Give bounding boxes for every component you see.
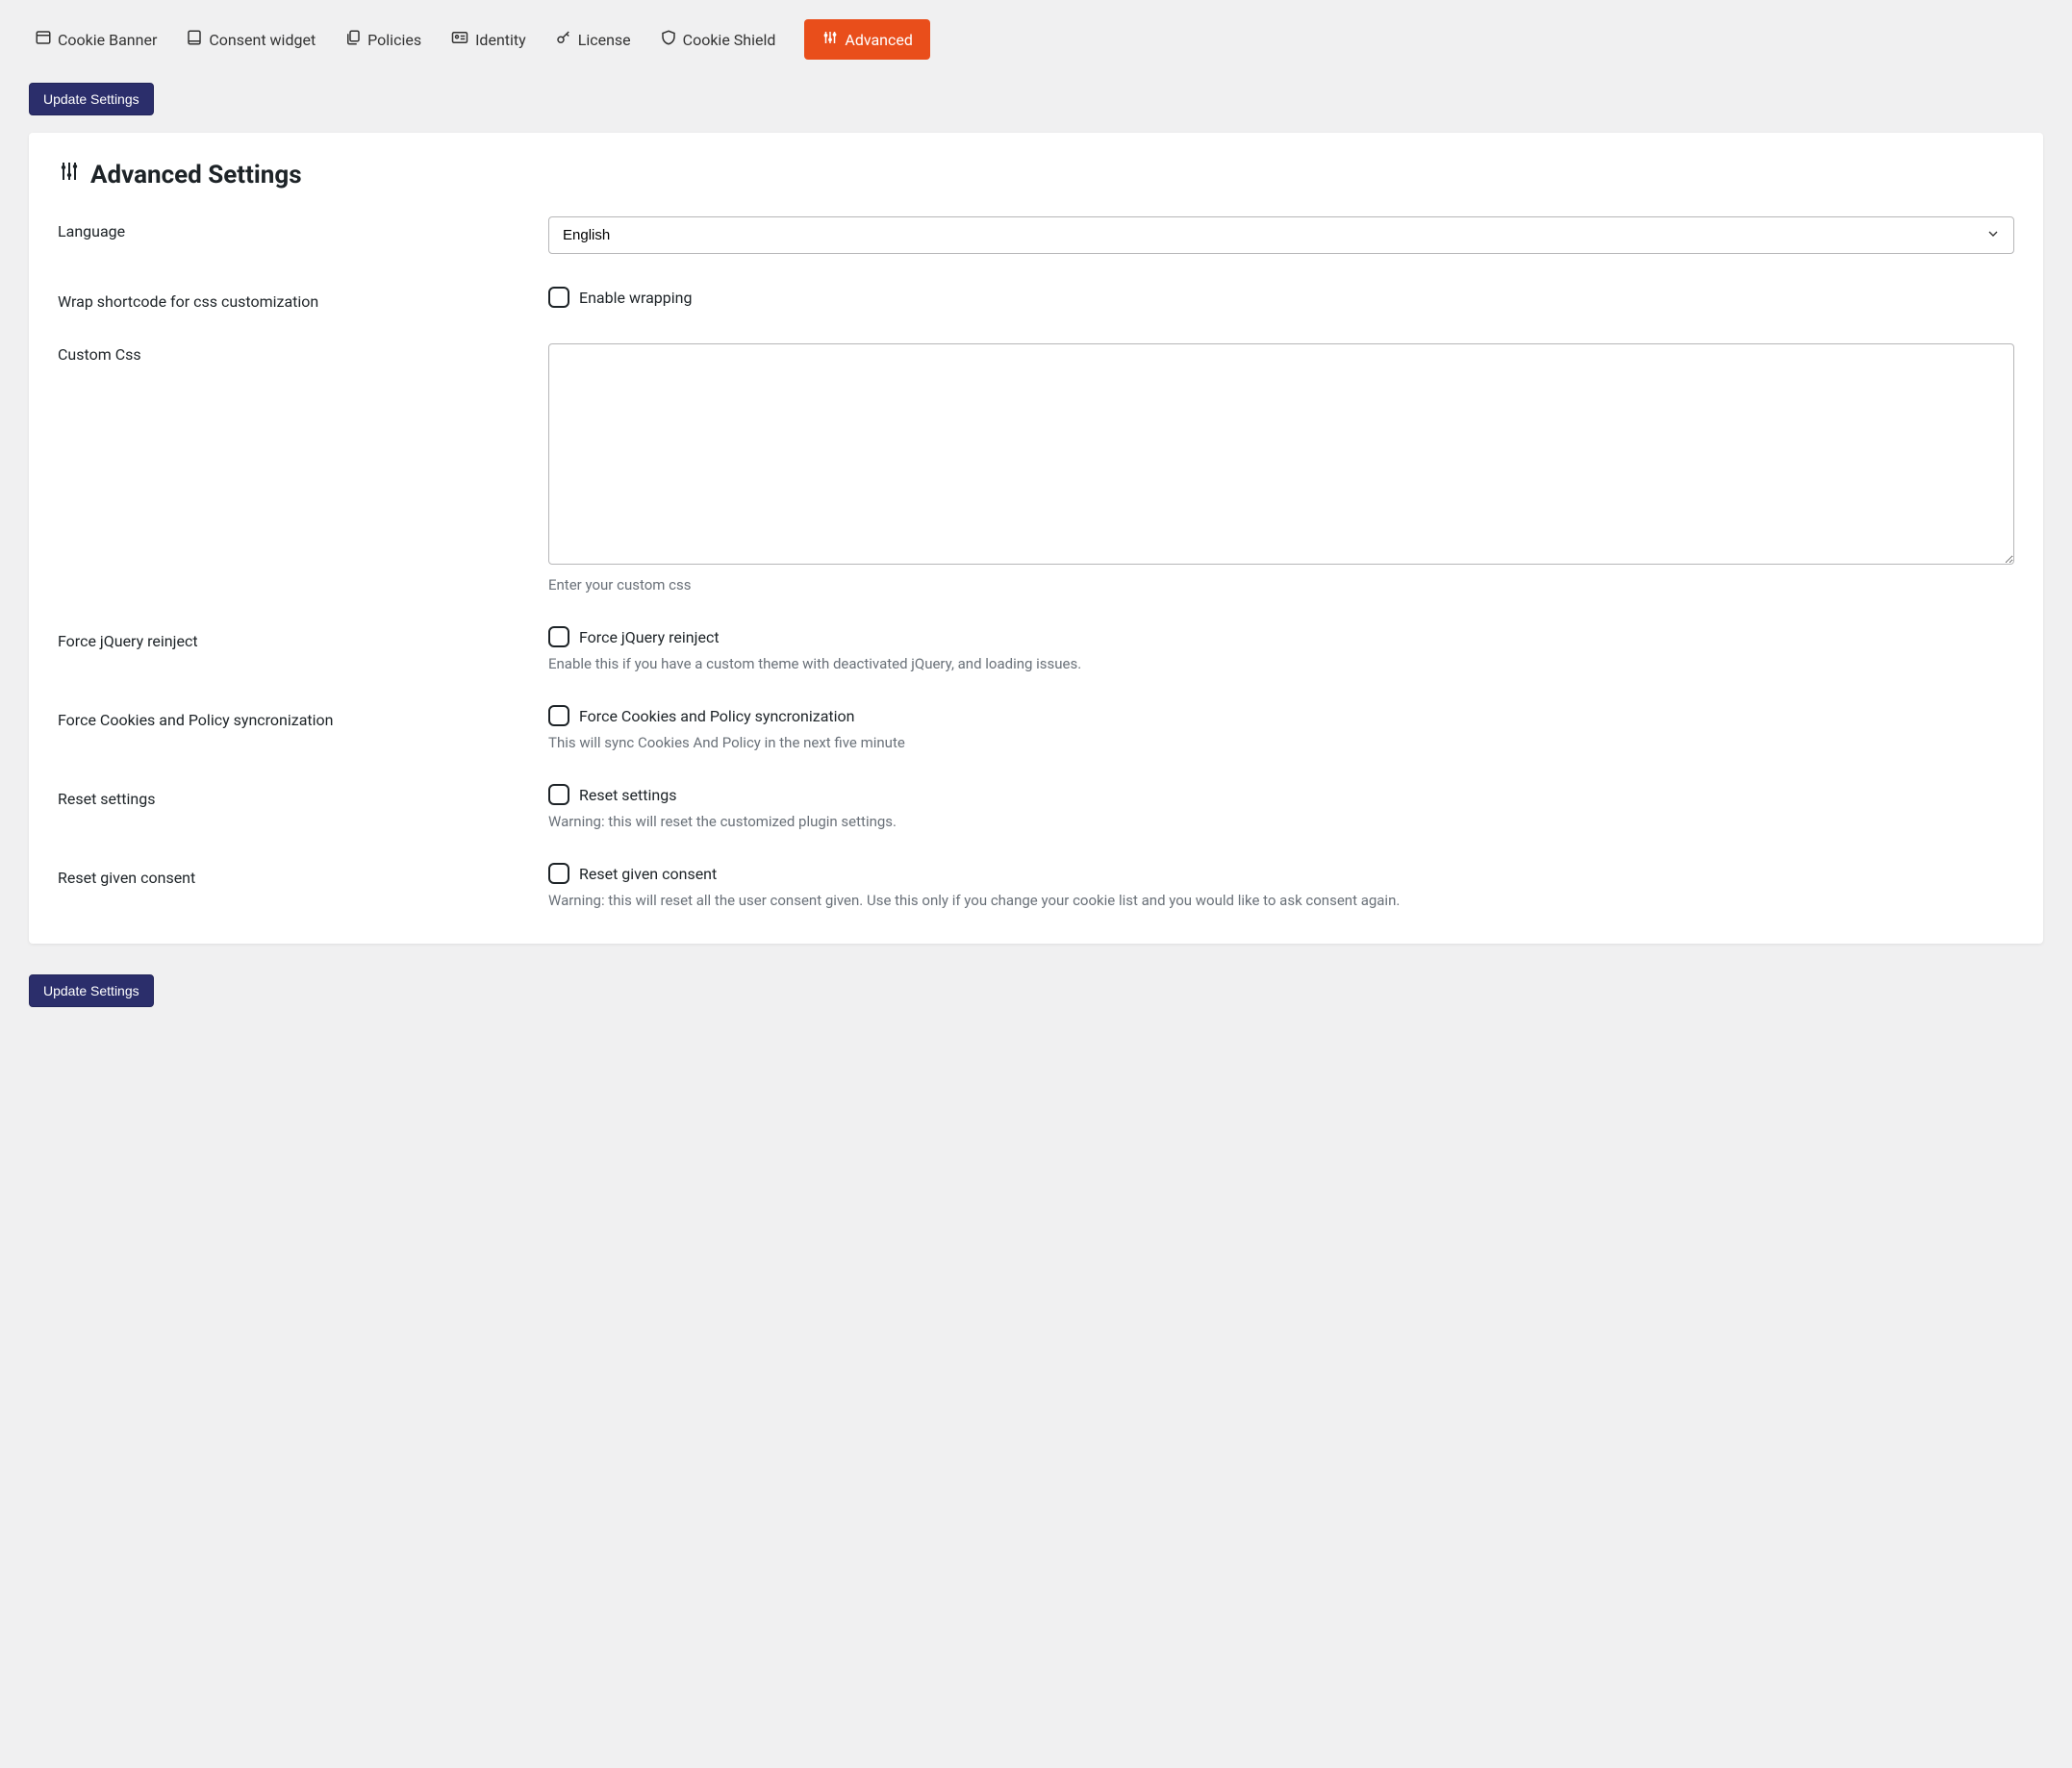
tab-cookie-banner[interactable]: Cookie Banner [35,29,157,50]
field-custom-css: Custom Css Enter your custom css [58,343,2014,594]
force-jquery-checkbox[interactable] [548,626,569,647]
reset-settings-checkbox[interactable] [548,784,569,805]
key-icon [555,29,572,50]
field-force-jquery: Force jQuery reinject Force jQuery reinj… [58,626,2014,672]
field-label: Reset settings [58,784,529,808]
tab-advanced[interactable]: Advanced [804,19,930,60]
id-card-icon [450,29,469,50]
tablet-icon [186,29,203,50]
help-text: Warning: this will reset the customized … [548,813,2014,830]
update-settings-button-bottom[interactable]: Update Settings [29,974,154,1007]
checkbox-label: Force Cookies and Policy syncronization [579,707,855,725]
checkbox-label: Reset settings [579,786,676,804]
tab-label: Advanced [845,31,913,49]
settings-tabs: Cookie Banner Consent widget Policies Id… [29,8,2043,73]
checkbox-label: Reset given consent [579,865,717,883]
field-force-sync: Force Cookies and Policy syncronization … [58,705,2014,751]
tab-cookie-shield[interactable]: Cookie Shield [660,29,776,50]
fields-container: Language English Wrap shortcode for css … [58,216,2014,909]
tab-policies[interactable]: Policies [344,29,421,50]
window-icon [35,29,52,50]
help-text: Enter your custom css [548,576,2014,594]
field-reset-settings: Reset settings Reset settings Warning: t… [58,784,2014,830]
field-label: Custom Css [58,343,529,364]
tab-license[interactable]: License [555,29,631,50]
field-wrap-shortcode: Wrap shortcode for css customization Ena… [58,287,2014,311]
shield-icon [660,29,677,50]
force-sync-checkbox[interactable] [548,705,569,726]
help-text: This will sync Cookies And Policy in the… [548,734,2014,751]
update-settings-button-top[interactable]: Update Settings [29,83,154,115]
field-reset-consent: Reset given consent Reset given consent … [58,863,2014,909]
language-select[interactable]: English [548,216,2014,254]
tab-consent-widget[interactable]: Consent widget [186,29,316,50]
checkbox-label: Enable wrapping [579,289,692,307]
field-label: Force jQuery reinject [58,626,529,650]
copy-icon [344,29,362,50]
enable-wrapping-checkbox[interactable] [548,287,569,308]
help-text: Enable this if you have a custom theme w… [548,655,2014,672]
field-label: Language [58,216,529,240]
sliders-icon [58,160,81,189]
tab-label: License [578,31,631,49]
tab-label: Cookie Shield [683,31,776,49]
tab-label: Consent widget [209,31,316,49]
custom-css-textarea[interactable] [548,343,2014,565]
field-label: Reset given consent [58,863,529,887]
tab-label: Policies [367,31,421,49]
tab-label: Identity [475,31,526,49]
checkbox-label: Force jQuery reinject [579,628,720,646]
field-label: Wrap shortcode for css customization [58,287,529,311]
advanced-settings-panel: Advanced Settings Language English Wrap … [29,133,2043,944]
panel-title: Advanced Settings [58,160,2014,189]
field-label: Force Cookies and Policy syncronization [58,705,529,729]
help-text: Warning: this will reset all the user co… [548,892,2014,909]
tab-label: Cookie Banner [58,31,157,49]
reset-consent-checkbox[interactable] [548,863,569,884]
tab-identity[interactable]: Identity [450,29,526,50]
field-language: Language English [58,216,2014,254]
sliders-icon [821,29,839,50]
panel-title-text: Advanced Settings [90,161,302,189]
